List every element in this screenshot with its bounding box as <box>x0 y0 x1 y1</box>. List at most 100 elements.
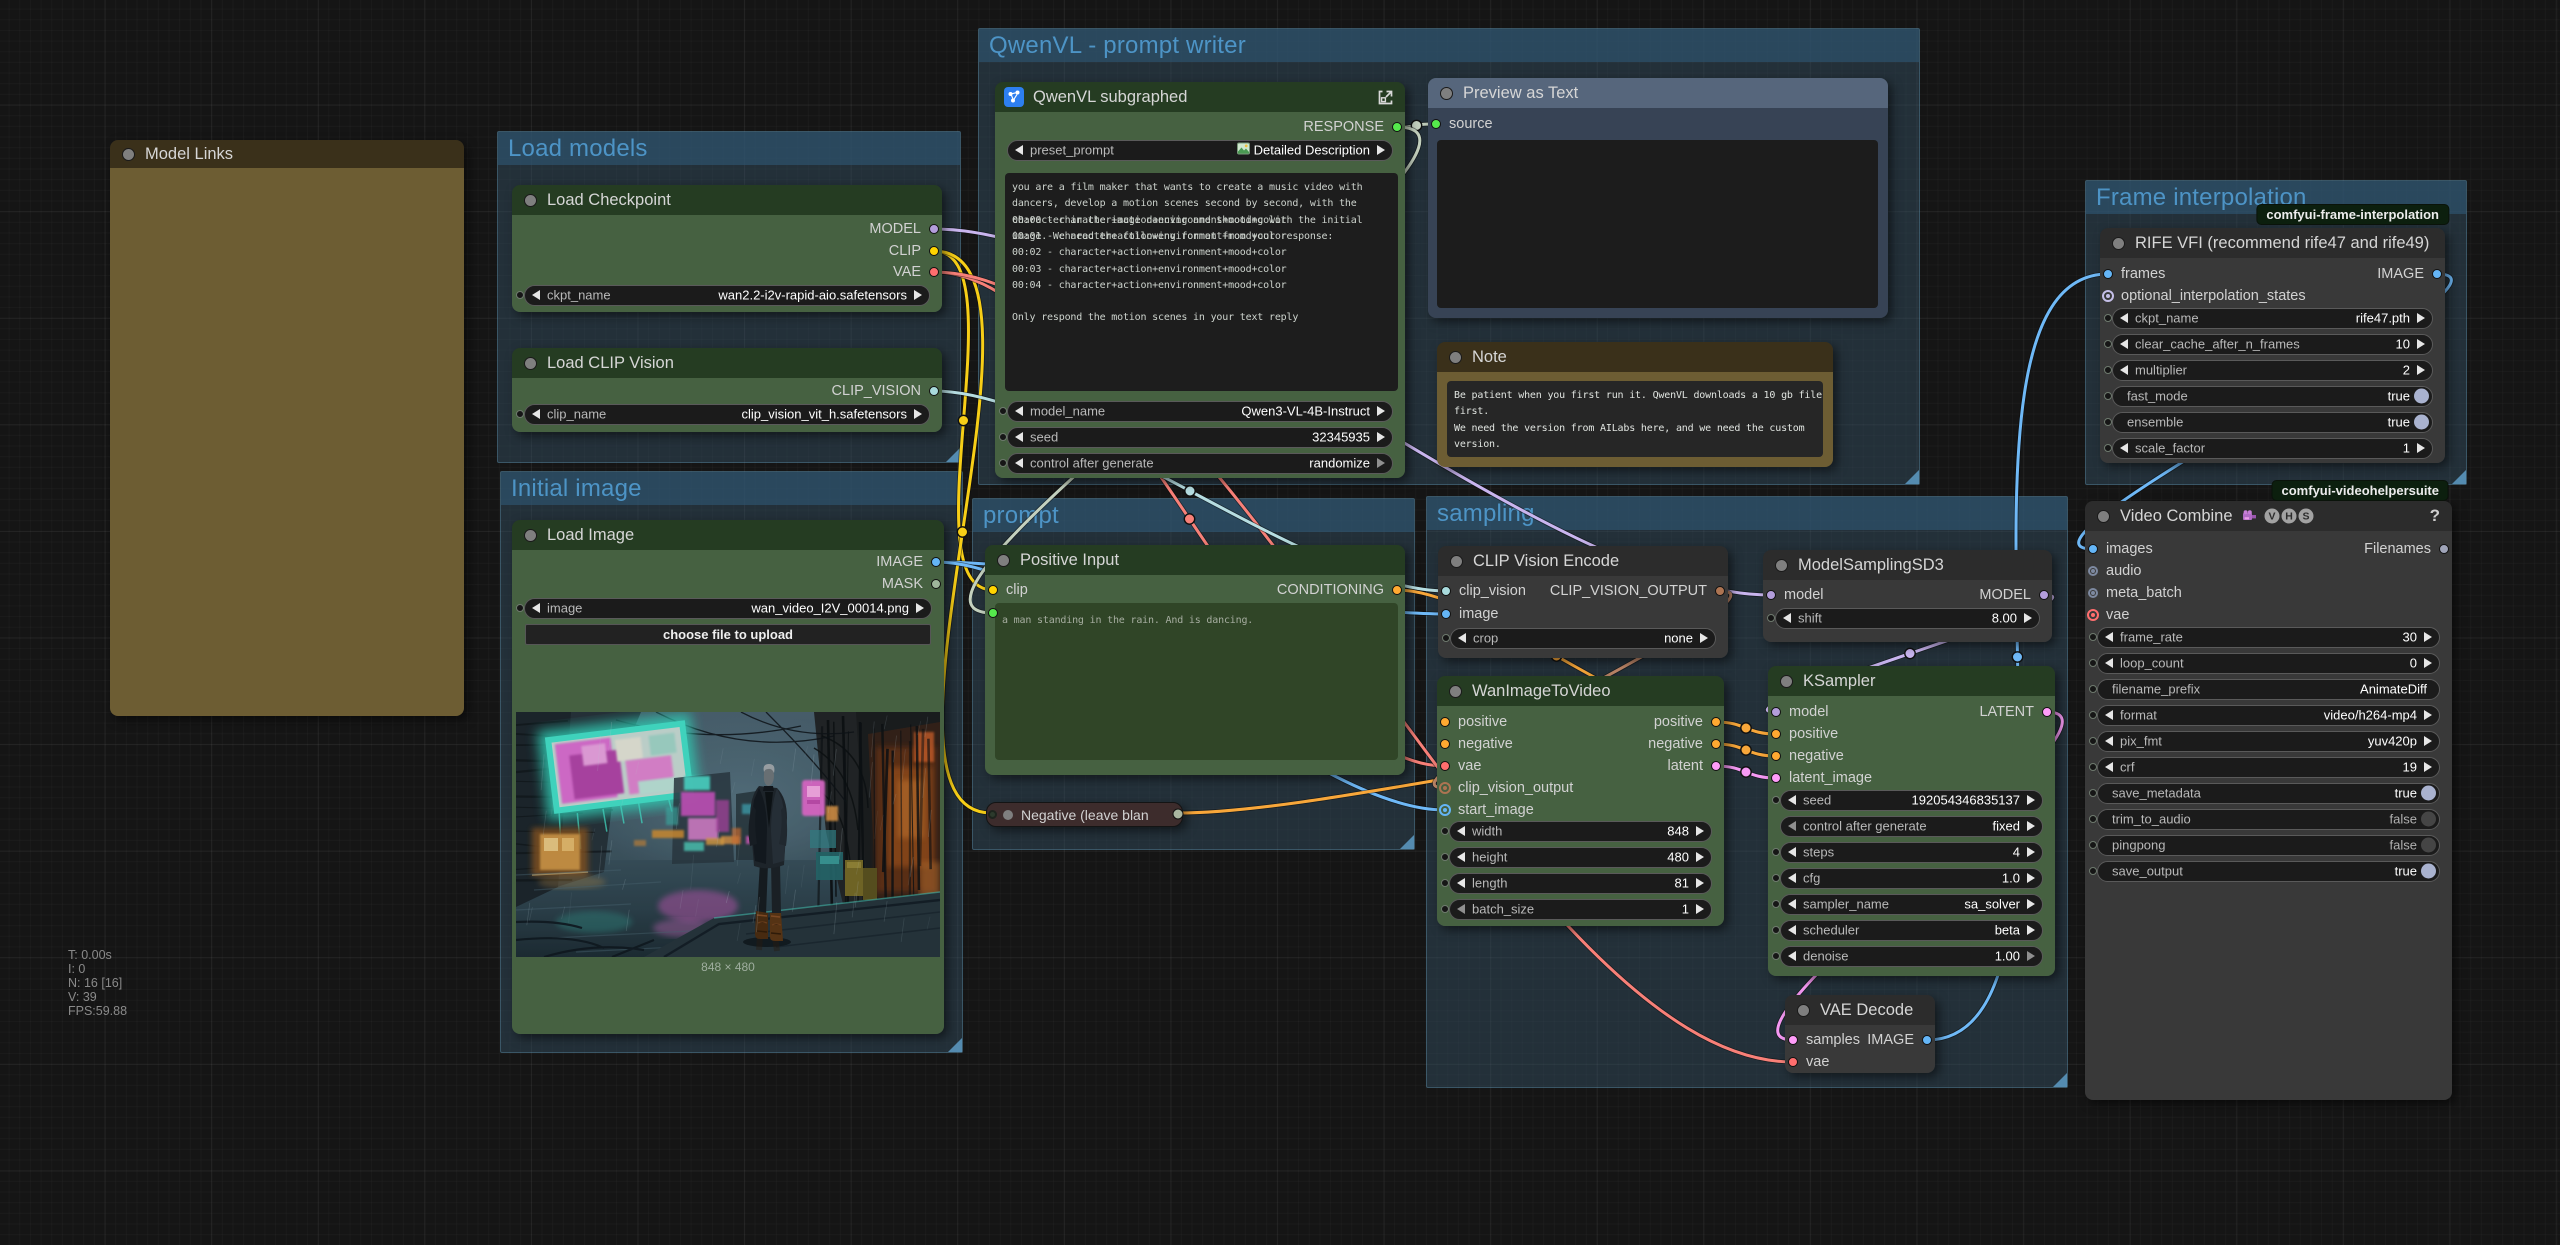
input-socket-meta_batch-video_combine[interactable] <box>2088 588 2098 598</box>
widget-length-wan_i2v[interactable]: length81 <box>1449 873 1712 894</box>
group-title-initial_image[interactable]: Initial image <box>501 472 962 505</box>
textarea-positive_input[interactable]: a man standing in the rain. And is danci… <box>995 603 1398 760</box>
collapsed-input-ring[interactable] <box>988 810 997 819</box>
widget-arrow-right[interactable] <box>2424 762 2432 772</box>
widget-clip_name-load_clip_vision[interactable]: clip_nameclip_vision_vit_h.safetensors <box>524 404 930 425</box>
node-titlebar-load_clip_vision[interactable]: Load CLIP Vision <box>512 348 942 378</box>
widget-arrow-left[interactable] <box>1015 458 1023 468</box>
widget-frame_rate-video_combine[interactable]: frame_rate30 <box>2097 627 2440 648</box>
help-icon[interactable]: ? <box>2430 506 2440 526</box>
widget-save_output-video_combine[interactable]: save_outputtrue <box>2097 861 2440 882</box>
widget-scale_factor-rife_vfi[interactable]: scale_factor1 <box>2112 438 2433 459</box>
widget-arrow-right[interactable] <box>1696 878 1704 888</box>
widget-arrow-right[interactable] <box>2027 821 2035 831</box>
widget-width-wan_i2v[interactable]: width848 <box>1449 821 1712 842</box>
node-titlebar-load_image[interactable]: Load Image <box>512 520 944 550</box>
input-socket-frames-rife_vfi[interactable] <box>2103 269 2113 279</box>
widget-arrow-left[interactable] <box>1788 925 1796 935</box>
widget-arrow-right[interactable] <box>2424 632 2432 642</box>
node-titlebar-model_links[interactable]: Model Links <box>110 140 464 168</box>
widget-steps-ksampler[interactable]: steps4 <box>1780 842 2043 863</box>
widget-save_metadata-video_combine[interactable]: save_metadatatrue <box>2097 783 2440 804</box>
widget-arrow-right[interactable] <box>2417 365 2425 375</box>
output-socket-IMAGE-rife_vfi[interactable] <box>2432 269 2442 279</box>
output-socket-CONDITIONING-positive_input[interactable] <box>1392 585 1402 595</box>
node-titlebar-wan_i2v[interactable]: WanImageToVideo <box>1437 676 1724 706</box>
output-socket-CLIP_VISION_OUTPUT-clip_vision_encode[interactable] <box>1715 586 1725 596</box>
widget-arrow-left[interactable] <box>1458 633 1466 643</box>
group-resize-handle[interactable] <box>948 1038 962 1052</box>
widget-arrow-left[interactable] <box>2105 658 2113 668</box>
expand-subgraph-icon[interactable] <box>1376 88 1395 107</box>
widget-format-video_combine[interactable]: formatvideo/h264-mp4 <box>2097 705 2440 726</box>
input-socket-vae-video_combine[interactable] <box>2087 609 2099 621</box>
widget-arrow-right[interactable] <box>1377 406 1385 416</box>
widget-model_name-qwenvl[interactable]: model_nameQwen3-VL-4B-Instruct <box>1007 401 1393 422</box>
widget-arrow-right[interactable] <box>1696 852 1704 862</box>
widget-multiplier-rife_vfi[interactable]: multiplier2 <box>2112 360 2433 381</box>
widget-arrow-left[interactable] <box>532 409 540 419</box>
widget-arrow-left[interactable] <box>1788 795 1796 805</box>
widget-arrow-right[interactable] <box>2027 925 2035 935</box>
toggle-knob[interactable] <box>2414 389 2429 404</box>
input-socket-clip-positive_input[interactable] <box>988 585 998 595</box>
node-negative_input[interactable]: Negative (leave blan <box>986 802 1183 827</box>
widget-control-after-generate-qwenvl[interactable]: control after generaterandomize <box>1007 453 1393 474</box>
widget-batch_size-wan_i2v[interactable]: batch_size1 <box>1449 899 1712 920</box>
input-socket-negative-ksampler[interactable] <box>1771 751 1781 761</box>
input-socket-positive-wan_i2v[interactable] <box>1440 717 1450 727</box>
widget-arrow-left[interactable] <box>1015 145 1023 155</box>
widget-image-load_image[interactable]: imagewan_video_I2V_00014.png <box>524 598 932 619</box>
widget-cfg-ksampler[interactable]: cfg1.0 <box>1780 868 2043 889</box>
widget-scheduler-ksampler[interactable]: schedulerbeta <box>1780 920 2043 941</box>
widget-crf-video_combine[interactable]: crf19 <box>2097 757 2440 778</box>
widget-height-wan_i2v[interactable]: height480 <box>1449 847 1712 868</box>
widget-arrow-right[interactable] <box>2027 847 2035 857</box>
group-resize-handle[interactable] <box>946 448 960 462</box>
widget-arrow-left[interactable] <box>1457 878 1465 888</box>
widget-arrow-left[interactable] <box>1788 821 1796 831</box>
toggle-knob[interactable] <box>2414 415 2429 430</box>
output-socket-MASK-load_image[interactable] <box>931 579 941 589</box>
widget-trim_to_audio-video_combine[interactable]: trim_to_audiofalse <box>2097 809 2440 830</box>
widget-arrow-right[interactable] <box>1696 904 1704 914</box>
input-socket-latent_image-ksampler[interactable] <box>1771 773 1781 783</box>
toggle-knob[interactable] <box>2421 812 2436 827</box>
widget-button-choose-file-to-upload[interactable]: choose file to upload <box>525 624 931 645</box>
widget-arrow-right[interactable] <box>1696 826 1704 836</box>
output-socket-CLIP-load_checkpoint[interactable] <box>929 246 939 256</box>
widget-arrow-right[interactable] <box>2417 443 2425 453</box>
group-title-load_models[interactable]: Load models <box>498 132 960 165</box>
input-socket-vae-wan_i2v[interactable] <box>1440 761 1450 771</box>
input-socket-optional_interpolation_states-rife_vfi[interactable] <box>2102 290 2114 302</box>
output-socket-latent-wan_i2v[interactable] <box>1711 761 1721 771</box>
widget-arrow-right[interactable] <box>2424 736 2432 746</box>
group-title-sampling[interactable]: sampling <box>1427 497 2067 530</box>
widget-arrow-right[interactable] <box>914 409 922 419</box>
output-socket-Filenames-video_combine[interactable] <box>2439 544 2449 554</box>
output-socket-IMAGE-load_image[interactable] <box>931 557 941 567</box>
widget-ckpt_name-rife_vfi[interactable]: ckpt_namerife47.pth <box>2112 308 2433 329</box>
output-socket-CLIP_VISION-load_clip_vision[interactable] <box>929 386 939 396</box>
widget-arrow-left[interactable] <box>2120 339 2128 349</box>
widget-arrow-right[interactable] <box>2027 899 2035 909</box>
widget-arrow-right[interactable] <box>2417 313 2425 323</box>
textarea-qwenvl[interactable]: you are a film maker that wants to creat… <box>1005 173 1398 391</box>
widget-arrow-left[interactable] <box>1783 613 1791 623</box>
widget-filename_prefix-video_combine[interactable]: filename_prefixAnimateDiff <box>2097 679 2440 700</box>
node-titlebar-ksampler[interactable]: KSampler <box>1768 666 2055 696</box>
widget-arrow-left[interactable] <box>1457 904 1465 914</box>
node-titlebar-note[interactable]: Note <box>1437 342 1833 372</box>
node-titlebar-rife_vfi[interactable]: RIFE VFI (recommend rife47 and rife49) <box>2100 228 2445 258</box>
widget-arrow-left[interactable] <box>1788 873 1796 883</box>
input-socket-model-model_sampling[interactable] <box>1766 590 1776 600</box>
group-resize-handle[interactable] <box>1905 470 1919 484</box>
widget-arrow-right[interactable] <box>914 290 922 300</box>
input-socket-audio-video_combine[interactable] <box>2088 566 2098 576</box>
widget-arrow-right[interactable] <box>1377 458 1385 468</box>
widget-arrow-left[interactable] <box>2120 443 2128 453</box>
widget-arrow-left[interactable] <box>532 603 540 613</box>
output-socket-VAE-load_checkpoint[interactable] <box>929 267 939 277</box>
widget-arrow-left[interactable] <box>2105 762 2113 772</box>
widget-pix_fmt-video_combine[interactable]: pix_fmtyuv420p <box>2097 731 2440 752</box>
